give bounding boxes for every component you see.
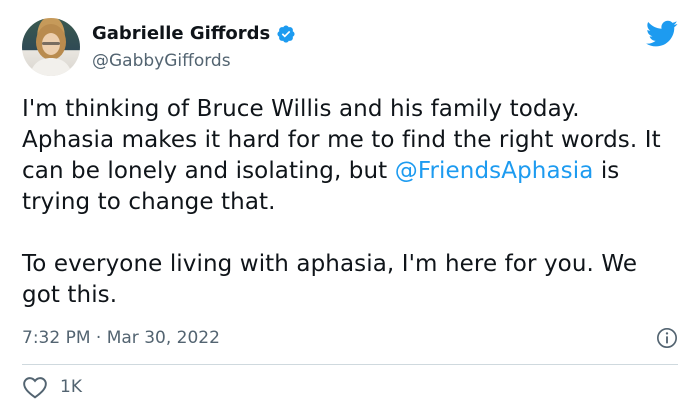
like-button[interactable]: 1K bbox=[22, 375, 82, 399]
heart-icon[interactable] bbox=[22, 375, 48, 399]
tweet-timestamp[interactable]: 7:32 PM · Mar 30, 2022 bbox=[22, 327, 220, 349]
avatar[interactable] bbox=[22, 18, 80, 76]
like-count: 1K bbox=[60, 377, 82, 397]
divider bbox=[22, 364, 678, 365]
author-name[interactable]: Gabrielle Giffords bbox=[92, 23, 270, 45]
verified-badge-icon bbox=[277, 25, 295, 43]
author-handle[interactable]: @GabbyGiffords bbox=[92, 51, 231, 72]
tweet-paragraph-2: To everyone living with aphasia, I'm her… bbox=[22, 251, 638, 308]
mention-link[interactable]: @FriendsAphasia bbox=[395, 158, 594, 184]
twitter-bird-icon[interactable] bbox=[646, 20, 678, 48]
info-icon[interactable] bbox=[656, 327, 678, 349]
avatar-photo bbox=[30, 24, 72, 76]
tweet-text: I'm thinking of Bruce Willis and his fam… bbox=[22, 94, 672, 342]
author-name-row[interactable]: Gabrielle Giffords bbox=[92, 23, 296, 45]
tweet-paragraph-1: I'm thinking of Bruce Willis and his fam… bbox=[22, 94, 672, 218]
